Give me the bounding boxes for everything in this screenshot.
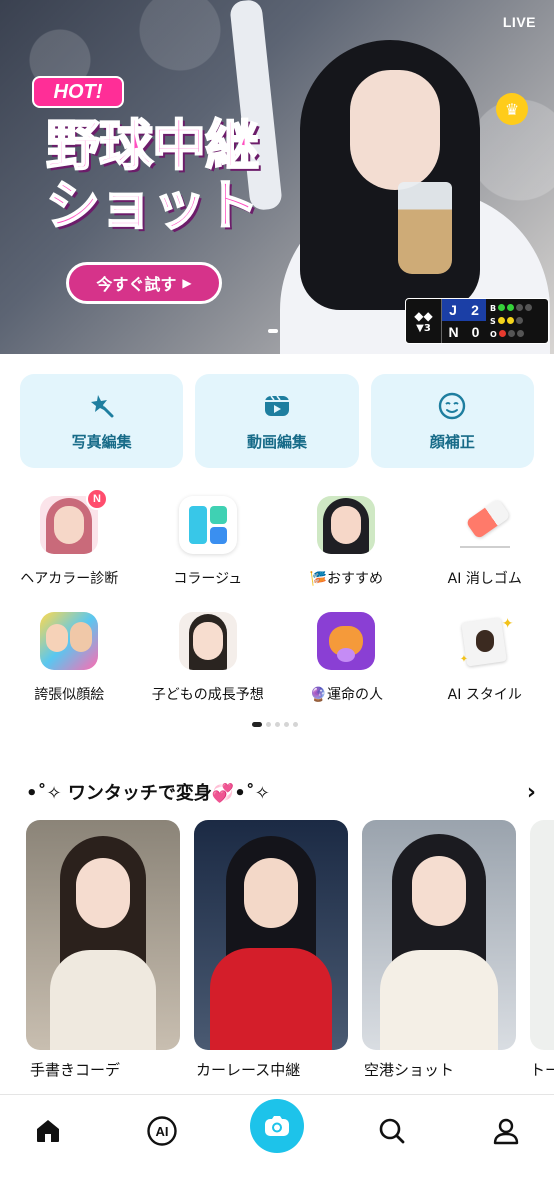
hero-title-line1: 野球中継 [45, 114, 260, 177]
face-retouch-button[interactable]: 顔補正 [370, 374, 534, 468]
feature-hair-color[interactable]: N ヘアカラー診断 [0, 488, 139, 606]
one-touch-header[interactable]: •˚✧ ワンタッチで変身💞•˚✧ › [26, 778, 536, 806]
try-now-label: 今すぐ試す [96, 275, 177, 294]
feature-child-prediction[interactable]: 子どもの成長予想 [139, 606, 278, 722]
home-icon[interactable] [28, 1111, 68, 1151]
team1-score: 2 [471, 302, 479, 318]
hero-title-line2: ショット [45, 174, 260, 237]
team2-score: 0 [471, 324, 480, 340]
bases-icon: ◆◆ [414, 308, 433, 323]
card-handwritten-outfit[interactable] [26, 820, 180, 1060]
hero-banner[interactable]: LIVE ♛ HOT! 野球中継 ショット 今すぐ試す ▶ ◆◆ ▼3 J 2 … [0, 0, 554, 354]
hero-title: 野球中継 ショット [22, 114, 282, 237]
card-image [362, 820, 516, 1050]
camera-icon [265, 1116, 289, 1136]
banner-page-indicator [268, 329, 278, 333]
feature-page-indicator [252, 722, 298, 727]
new-badge: N [86, 488, 108, 510]
photo-edit-button[interactable]: 写真編集 [20, 374, 184, 468]
quick-actions: 写真編集 動画編集 顔補正 [20, 374, 534, 468]
inning-label: ▼3 [416, 322, 431, 334]
card-image [194, 820, 348, 1050]
feature-label: 🎏おすすめ [309, 571, 383, 587]
video-play-icon [262, 391, 292, 421]
live-label: LIVE [502, 14, 536, 30]
svg-text:AI: AI [156, 1124, 169, 1139]
team2-name: N [448, 324, 459, 340]
card-label: 空港ショット [364, 1061, 455, 1079]
child-prediction-thumbnail [178, 612, 237, 670]
face-icon [437, 391, 467, 421]
chevron-right-icon[interactable]: › [527, 780, 536, 805]
eraser-icon [456, 496, 514, 554]
feature-destiny[interactable]: 🔮運命の人 [277, 606, 416, 722]
card-label: トー [530, 1061, 554, 1079]
feature-label: 🔮運命の人 [309, 687, 383, 703]
feature-label: 誇張似顔絵 [34, 687, 105, 703]
feature-caricature[interactable]: 誇張似顔絵 [0, 606, 139, 722]
scoreboard-inning: ◆◆ ▼3 [406, 299, 442, 343]
hero-cup-image [398, 182, 452, 274]
out-count: O [490, 328, 548, 341]
card-image [530, 820, 554, 1050]
feature-collage[interactable]: コラージュ [139, 490, 278, 606]
feature-ai-eraser[interactable]: AI 消しゴム [416, 490, 554, 606]
magic-wand-icon [87, 391, 117, 421]
card-label: カーレース中継 [196, 1061, 301, 1079]
collage-icon [178, 496, 237, 554]
feature-label: コラージュ [173, 571, 243, 587]
scoreboard-counts: B S O [486, 299, 548, 343]
hot-badge: HOT! [32, 76, 124, 108]
feature-grid: N ヘアカラー診断 コラージュ 🎏おすすめ AI 消しゴム 誇張似顔絵 子どもの… [0, 488, 554, 722]
play-arrow-icon: ▶ [182, 276, 192, 290]
ball-count: B [490, 302, 548, 315]
scoreboard: ◆◆ ▼3 J 2 N 0 B S O [405, 298, 549, 344]
strike-count: S [490, 315, 548, 328]
photo-edit-label: 写真編集 [71, 432, 132, 451]
card-partial[interactable] [530, 820, 554, 1060]
section-title: •˚✧ ワンタッチで変身💞•˚✧ [26, 783, 270, 804]
ai-style-icon: ✦ ✦ [459, 616, 514, 667]
search-icon[interactable] [372, 1111, 412, 1151]
feature-label: 子どもの成長予想 [151, 687, 264, 703]
card-car-race[interactable] [194, 820, 348, 1060]
recommend-thumbnail [317, 496, 376, 554]
scoreboard-teams: J 2 N 0 [442, 299, 486, 343]
team1-name: J [449, 302, 457, 318]
ai-icon[interactable]: AI [142, 1111, 182, 1151]
face-retouch-label: 顔補正 [429, 432, 475, 451]
destiny-thumbnail [317, 612, 376, 670]
card-label: 手書きコーデ [30, 1061, 121, 1079]
video-edit-button[interactable]: 動画編集 [195, 374, 359, 468]
feature-row: 誇張似顔絵 子どもの成長予想 🔮運命の人 ✦ ✦ AI スタイル [0, 606, 554, 722]
profile-icon[interactable] [486, 1111, 526, 1151]
one-touch-cards [26, 820, 554, 1060]
feature-ai-style[interactable]: ✦ ✦ AI スタイル [416, 606, 554, 722]
hero-person-face [350, 70, 440, 190]
video-edit-label: 動画編集 [246, 432, 307, 451]
crown-icon: ♛ [496, 93, 528, 125]
feature-row: N ヘアカラー診断 コラージュ 🎏おすすめ AI 消しゴム [0, 488, 554, 606]
card-airport[interactable] [362, 820, 516, 1060]
feature-recommend[interactable]: 🎏おすすめ [277, 490, 416, 606]
bottom-navigation: AI [0, 1094, 554, 1200]
try-now-button[interactable]: 今すぐ試す ▶ [66, 262, 222, 304]
team1-row: J 2 [442, 299, 486, 321]
card-image [26, 820, 180, 1050]
caricature-thumbnail [40, 612, 99, 670]
team2-row: N 0 [442, 321, 486, 343]
camera-button[interactable] [250, 1099, 304, 1153]
feature-label: AI スタイル [447, 687, 522, 703]
feature-label: ヘアカラー診断 [20, 571, 119, 587]
feature-label: AI 消しゴム [447, 571, 522, 587]
